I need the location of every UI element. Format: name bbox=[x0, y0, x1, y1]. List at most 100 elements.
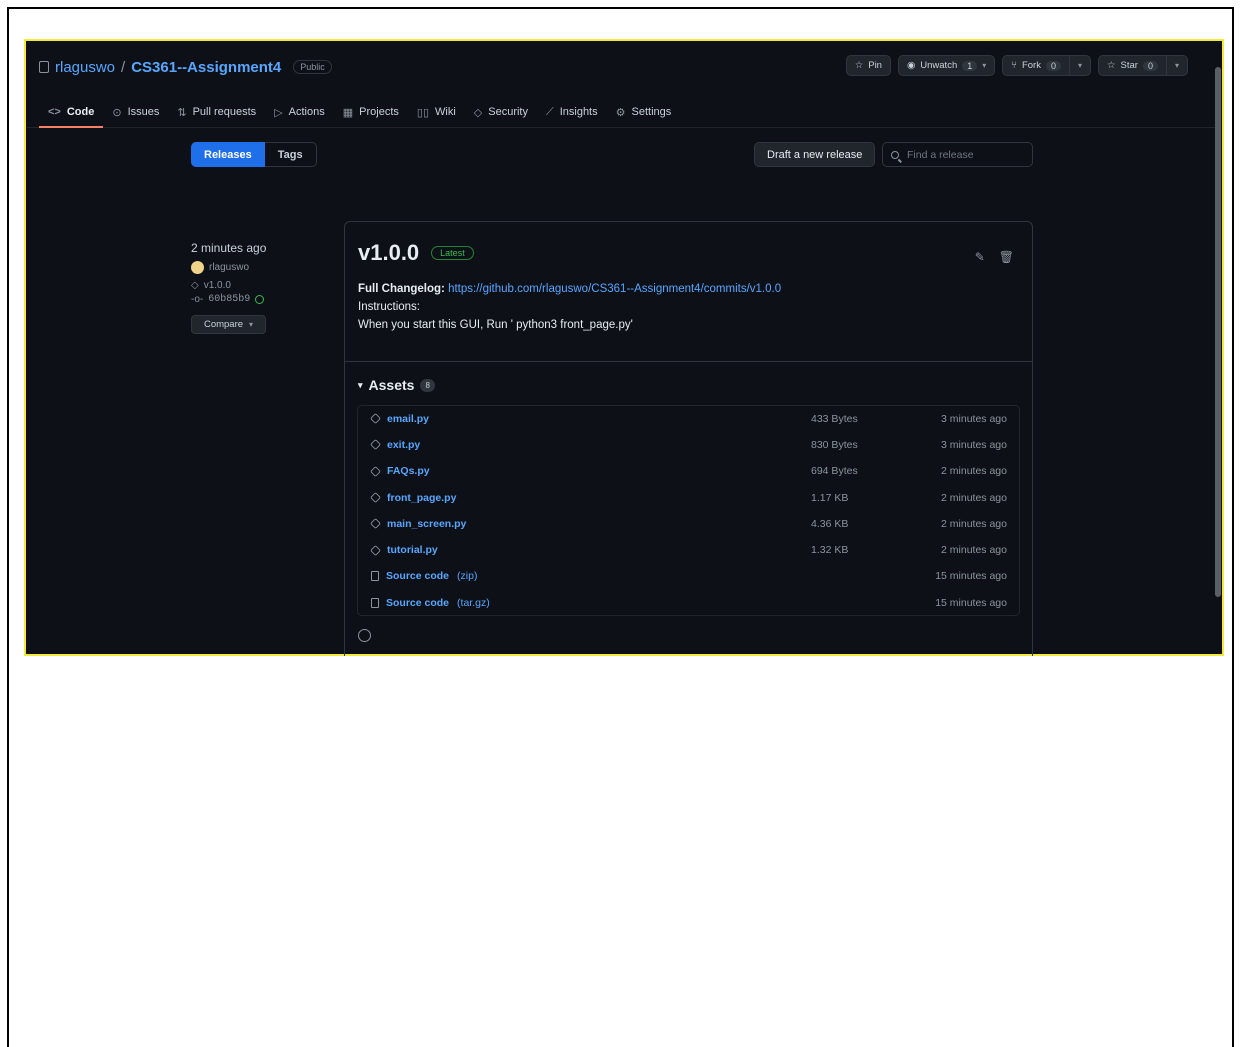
smiley-reaction-icon[interactable] bbox=[358, 629, 371, 642]
repo-owner-link[interactable]: rlaguswo bbox=[55, 59, 115, 76]
tab-security[interactable]: ◇ Security bbox=[465, 97, 537, 127]
list-item: main_screen.py 4.36 KB 2 minutes ago bbox=[358, 511, 1019, 538]
chevron-down-icon: ▾ bbox=[982, 61, 987, 70]
tab-label: Wiki bbox=[435, 106, 456, 118]
code-icon: <> bbox=[48, 106, 61, 118]
repo-icon bbox=[39, 61, 49, 73]
star-dropdown-button[interactable]: ▾ bbox=[1166, 55, 1188, 76]
scrollbar[interactable] bbox=[1215, 67, 1221, 597]
asset-size: 1.17 KB bbox=[811, 491, 849, 504]
star-button[interactable]: ☆ Star 0 bbox=[1098, 55, 1167, 76]
author-row[interactable]: rlaguswo bbox=[191, 261, 266, 274]
tab-issues[interactable]: ⊙ Issues bbox=[103, 97, 168, 127]
avatar bbox=[191, 261, 204, 274]
asset-link[interactable]: Source code (zip) bbox=[358, 570, 811, 582]
issues-icon: ⊙ bbox=[112, 106, 122, 119]
pin-icon: ☆ bbox=[854, 60, 864, 71]
package-icon bbox=[370, 439, 381, 451]
changelog-link[interactable]: https://github.com/rlaguswo/CS361--Assig… bbox=[448, 283, 781, 295]
tab-releases[interactable]: Releases bbox=[191, 142, 265, 167]
chevron-down-icon: ▾ bbox=[1077, 61, 1082, 70]
asset-link[interactable]: FAQs.py bbox=[358, 465, 811, 477]
commit-row[interactable]: -o- 60b85b9 bbox=[191, 294, 266, 305]
tab-label: Insights bbox=[559, 106, 598, 118]
tab-settings[interactable]: ⚙ Settings bbox=[607, 97, 681, 127]
asset-name: tutorial.py bbox=[387, 544, 438, 557]
zip-icon bbox=[371, 571, 379, 582]
tab-actions[interactable]: ▷ Actions bbox=[265, 97, 334, 127]
changelog-label: Full Changelog: bbox=[358, 283, 445, 295]
list-item: email.py 433 Bytes 3 minutes ago bbox=[358, 406, 1019, 433]
fork-button[interactable]: ⑂ Fork 0 bbox=[1002, 55, 1070, 76]
verified-check-icon bbox=[255, 295, 265, 304]
draft-release-button[interactable]: Draft a new release bbox=[754, 142, 876, 167]
tab-pull-requests[interactable]: ⇅ Pull requests bbox=[168, 97, 265, 127]
fork-dropdown-button[interactable]: ▾ bbox=[1069, 55, 1091, 76]
asset-link[interactable]: main_screen.py bbox=[358, 518, 811, 530]
asset-size: 4.36 KB bbox=[811, 517, 849, 530]
tab-tags[interactable]: Tags bbox=[264, 142, 317, 167]
asset-size: 694 Bytes bbox=[811, 465, 858, 478]
tab-wiki[interactable]: ▯▯ Wiki bbox=[408, 97, 465, 127]
release-time: 2 minutes ago bbox=[191, 241, 267, 255]
triangle-down-icon: ▾ bbox=[358, 379, 363, 390]
asset-link[interactable]: email.py bbox=[358, 413, 811, 425]
pull-request-icon: ⇅ bbox=[177, 106, 187, 119]
repo-name-link[interactable]: CS361--Assignment4 bbox=[131, 59, 281, 76]
assets-toggle[interactable]: ▾ Assets 8 bbox=[345, 362, 1032, 393]
tag-icon: ◇ bbox=[191, 280, 199, 291]
asset-time: 3 minutes ago bbox=[941, 438, 1007, 451]
fork-icon: ⑂ bbox=[1011, 60, 1017, 71]
tab-insights[interactable]: ⟋ Insights bbox=[537, 97, 607, 127]
author-name[interactable]: rlaguswo bbox=[209, 262, 249, 273]
wiki-icon: ▯▯ bbox=[416, 106, 429, 119]
unwatch-label: Unwatch bbox=[920, 60, 958, 71]
find-release-input[interactable] bbox=[905, 147, 1019, 162]
asset-link[interactable]: exit.py bbox=[358, 439, 811, 451]
asset-list: email.py 433 Bytes 3 minutes ago exit.py… bbox=[357, 405, 1020, 617]
asset-size: 1.32 KB bbox=[811, 544, 849, 557]
tab-code[interactable]: <> Code bbox=[39, 97, 104, 128]
asset-link[interactable]: front_page.py bbox=[358, 492, 811, 504]
changelog-line: Full Changelog: https://github.com/rlagu… bbox=[358, 280, 1019, 298]
pencil-icon[interactable]: ✎ bbox=[975, 250, 985, 264]
list-item: front_page.py 1.17 KB 2 minutes ago bbox=[358, 485, 1019, 512]
unwatch-button[interactable]: ◉ Unwatch 1 ▾ bbox=[897, 55, 996, 76]
tab-label: Issues bbox=[127, 106, 160, 118]
trash-icon[interactable]: 🗑︎ bbox=[999, 250, 1014, 264]
asset-ext: (tar.gz) bbox=[457, 596, 490, 609]
list-item: FAQs.py 694 Bytes 2 minutes ago bbox=[358, 459, 1019, 485]
search-icon bbox=[891, 150, 899, 159]
pin-button[interactable]: ☆ Pin bbox=[845, 55, 891, 76]
tab-projects[interactable]: ▦ Projects bbox=[334, 97, 408, 127]
tab-label: Pull requests bbox=[192, 106, 257, 118]
compare-button[interactable]: Compare ▾ bbox=[191, 315, 266, 334]
asset-ext: (zip) bbox=[457, 570, 478, 583]
instructions-label: Instructions: bbox=[358, 301, 420, 313]
pin-label: Pin bbox=[868, 60, 882, 71]
watch-count: 1 bbox=[962, 60, 978, 71]
release-actions: ✎ 🗑︎ bbox=[975, 250, 1014, 264]
release-title-row: v1.0.0 Latest bbox=[358, 240, 1019, 266]
repo-separator: / bbox=[121, 58, 126, 76]
gear-icon: ⚙ bbox=[615, 106, 626, 119]
package-icon bbox=[370, 518, 381, 530]
assets-title: Assets bbox=[368, 377, 415, 393]
tag-name[interactable]: v1.0.0 bbox=[204, 280, 231, 291]
asset-link[interactable]: Source code (tar.gz) bbox=[358, 597, 811, 609]
repo-actions: ☆ Pin ◉ Unwatch 1 ▾ ⑂ Fork 0 ▾ ☆ Star 0 bbox=[845, 55, 1188, 76]
release-meta: 2 minutes ago rlaguswo ◇ v1.0.0 -o- 60b8… bbox=[191, 241, 266, 334]
zip-icon bbox=[371, 597, 379, 608]
screenshot-area: rlaguswo / CS361--Assignment4 Public ☆ P… bbox=[24, 39, 1224, 656]
asset-link[interactable]: tutorial.py bbox=[358, 544, 811, 556]
tab-label: Security bbox=[488, 106, 528, 118]
tag-row[interactable]: ◇ v1.0.0 bbox=[191, 280, 266, 291]
asset-name: Source code bbox=[386, 570, 450, 583]
package-icon bbox=[370, 492, 381, 503]
package-icon bbox=[370, 544, 381, 556]
commit-sha[interactable]: 60b85b9 bbox=[208, 294, 250, 305]
release-title[interactable]: v1.0.0 bbox=[358, 240, 419, 266]
package-icon bbox=[370, 465, 381, 477]
asset-time: 2 minutes ago bbox=[941, 465, 1007, 478]
star-icon: ☆ bbox=[1107, 60, 1116, 71]
